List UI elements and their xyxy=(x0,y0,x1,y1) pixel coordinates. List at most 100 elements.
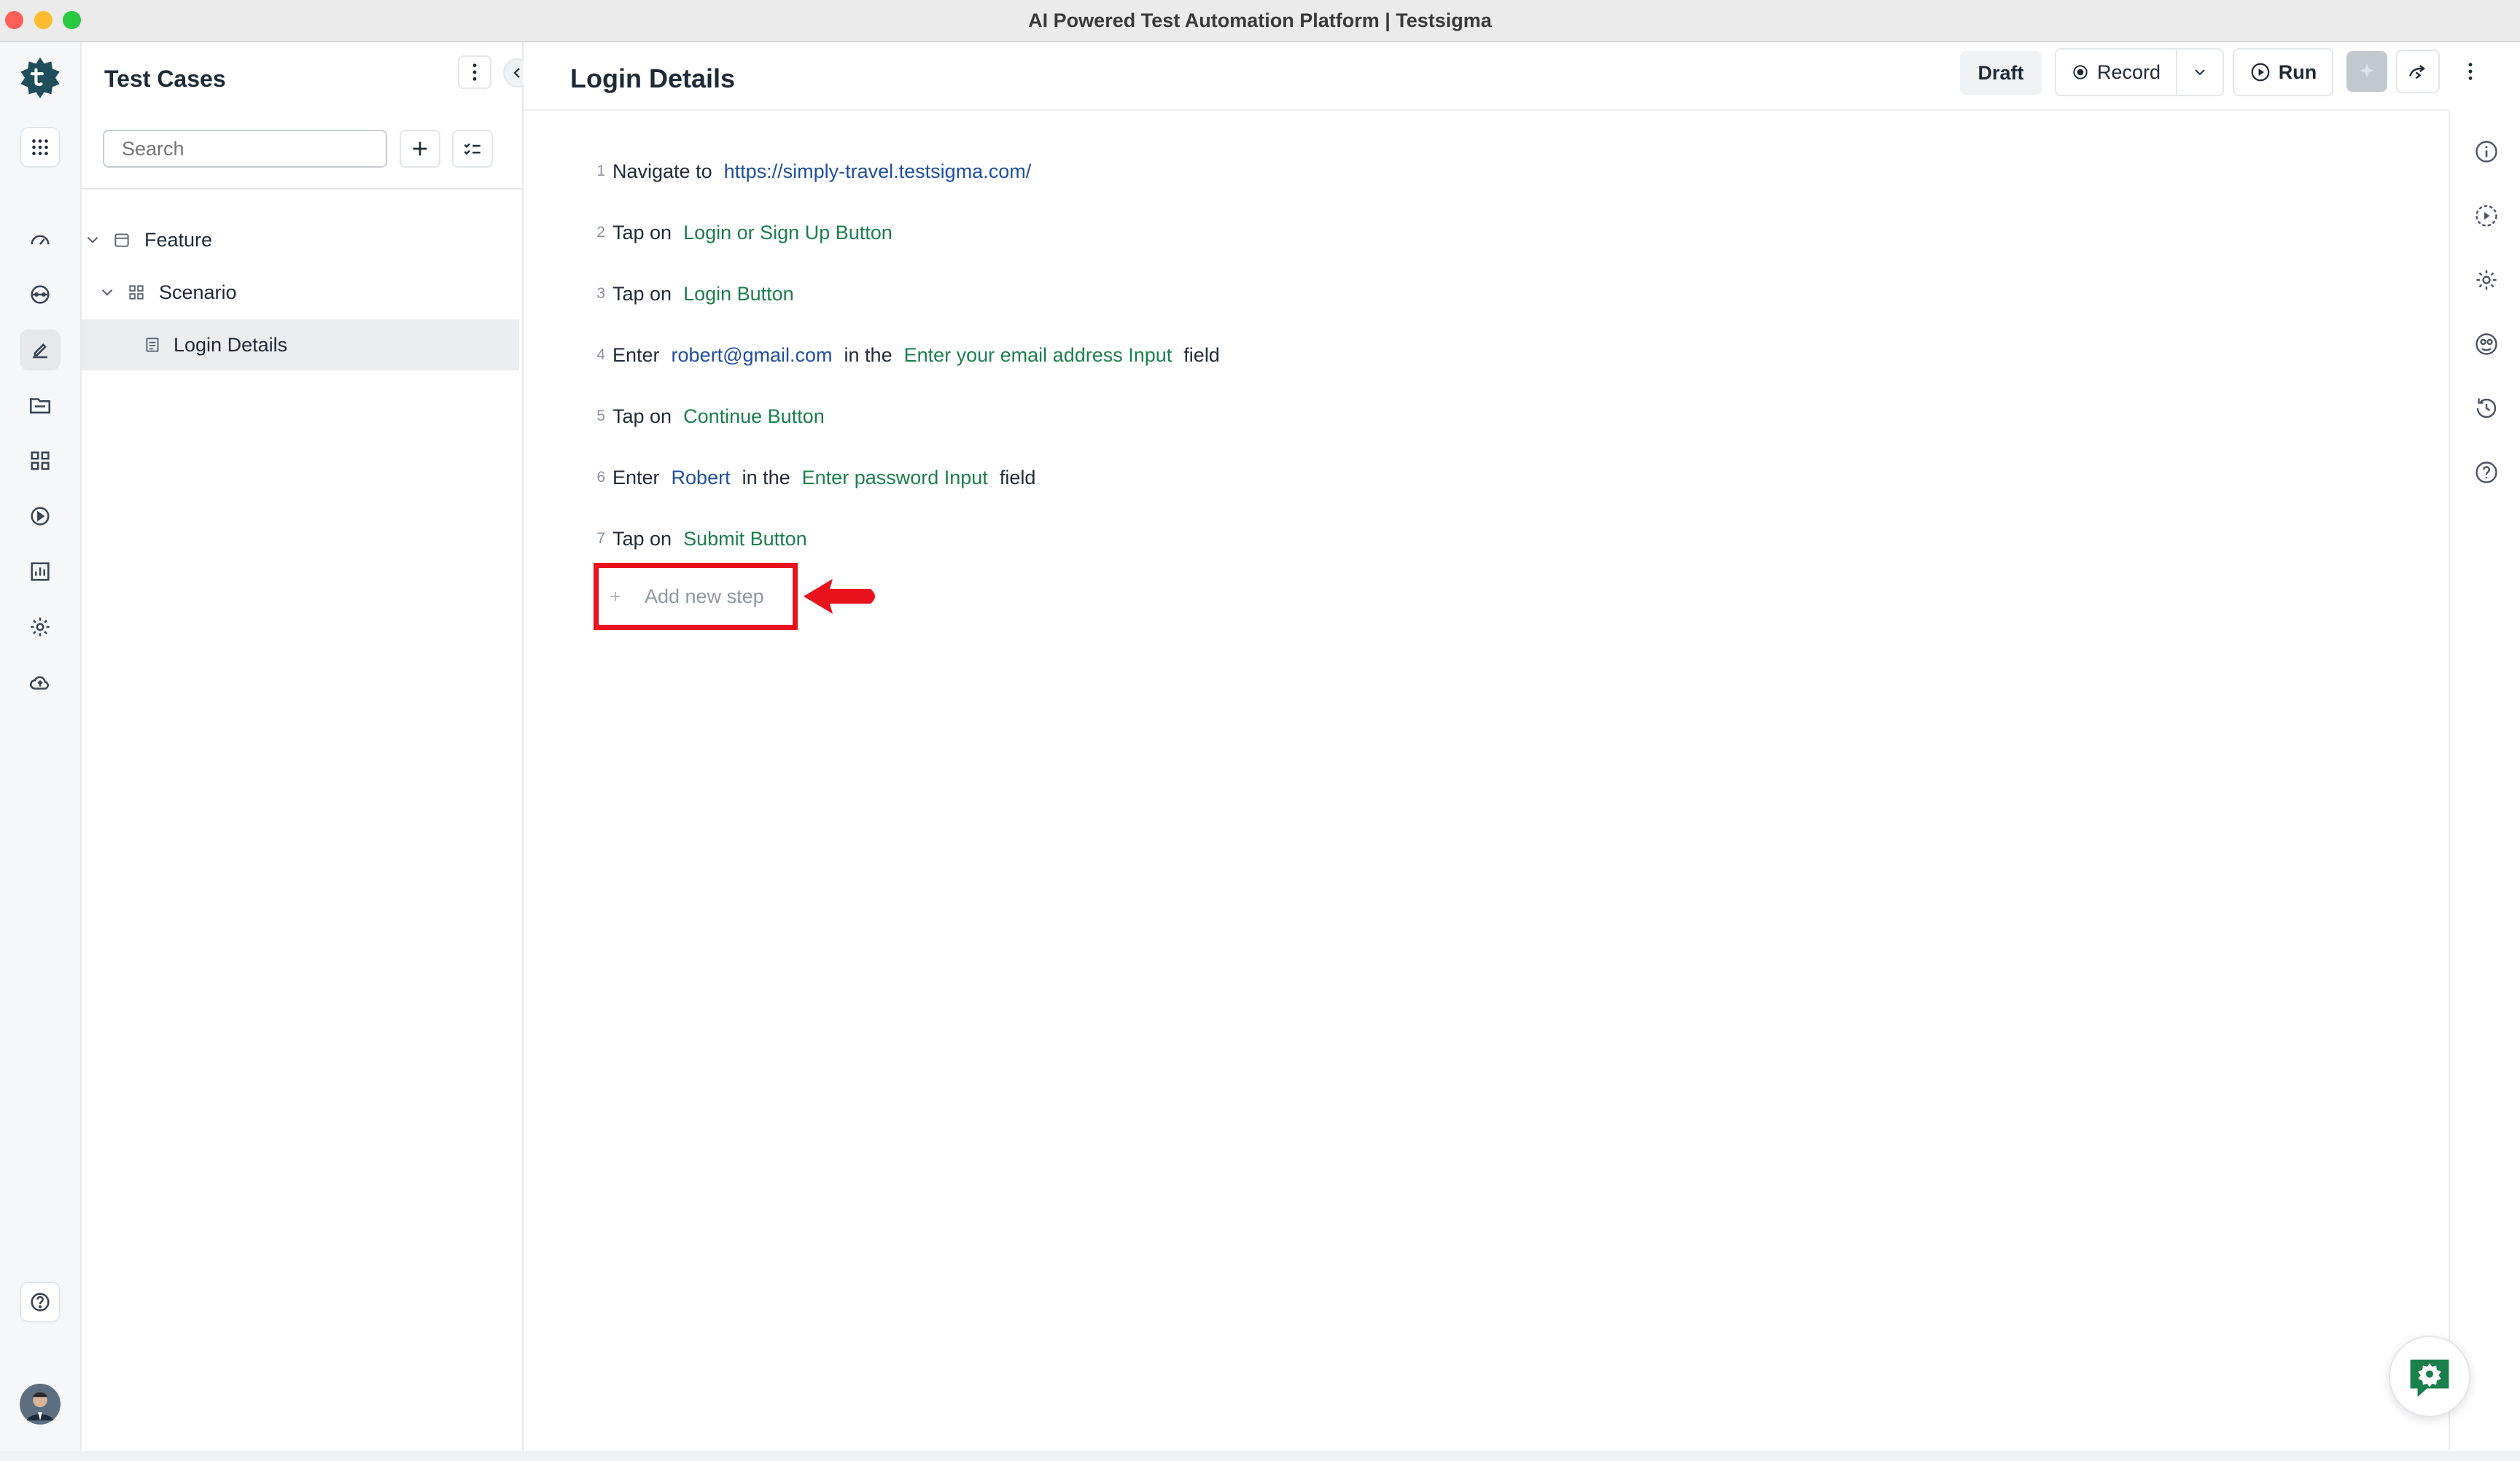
step-action-text: Navigate to xyxy=(612,160,712,182)
step-element-link[interactable]: Login Button xyxy=(683,283,794,305)
agent-icon[interactable] xyxy=(20,274,61,315)
folder-icon[interactable] xyxy=(20,385,61,426)
chevron-down-icon xyxy=(2195,69,2205,76)
test-step-row[interactable]: 1 Navigate to https://simply-travel.testsi… xyxy=(596,153,1043,190)
step-number: 7 xyxy=(596,530,605,547)
ai-agent-button[interactable] xyxy=(2346,51,2387,92)
step-number: 3 xyxy=(596,285,605,302)
step-action-text: Tap on xyxy=(612,527,672,550)
settings-icon[interactable] xyxy=(2473,267,2500,293)
step-element-link[interactable]: Continue Button xyxy=(683,405,825,428)
window-title: AI Powered Test Automation Platform | Te… xyxy=(1028,9,1492,31)
tree-item-feature[interactable]: Feature xyxy=(82,214,519,265)
chat-assistant-button[interactable] xyxy=(2389,1336,2470,1417)
modules-icon[interactable] xyxy=(20,440,61,481)
run-plans-icon[interactable] xyxy=(20,496,61,537)
testsigma-logo-icon[interactable] xyxy=(20,55,61,98)
step-element-link[interactable]: Enter your email address Input xyxy=(904,344,1172,367)
chevron-down-icon[interactable] xyxy=(98,283,117,302)
step-test-data[interactable]: Robert xyxy=(672,467,731,489)
tree-item-label: Feature xyxy=(144,228,213,251)
step-action-text: Tap on xyxy=(612,282,672,305)
sparkle-icon xyxy=(2360,63,2374,78)
bulk-select-button[interactable] xyxy=(452,130,493,168)
step-element-link[interactable]: Submit Button xyxy=(683,528,807,550)
nav-rail xyxy=(0,42,82,1461)
info-icon[interactable] xyxy=(2473,139,2500,165)
test-step-row[interactable]: 4 Enter robert@gmail.com in the Enter your e… xyxy=(596,337,1232,373)
settings-icon[interactable] xyxy=(20,607,61,647)
step-number: 4 xyxy=(596,346,605,363)
record-label: Record xyxy=(2097,61,2161,83)
add-test-case-button[interactable] xyxy=(400,130,440,168)
record-icon xyxy=(2073,65,2088,79)
user-avatar[interactable] xyxy=(20,1384,61,1425)
step-element-link[interactable]: Enter password Input xyxy=(802,467,988,489)
history-icon[interactable] xyxy=(2473,395,2500,421)
add-new-step-button[interactable]: Add new step xyxy=(607,577,764,615)
dashboard-icon[interactable] xyxy=(20,219,61,260)
red-arrow-annotation xyxy=(804,579,875,614)
step-number: 2 xyxy=(596,224,605,241)
step-action-text: in the xyxy=(844,343,892,366)
test-cases-panel: Test Cases Feature Scenario Lo xyxy=(82,42,532,1461)
test-case-editor: Login Details Draft Record Run xyxy=(524,42,2492,1461)
more-options-button[interactable] xyxy=(2449,50,2492,93)
play-circle-icon xyxy=(2251,63,2270,82)
help-icon[interactable] xyxy=(20,1282,61,1322)
test-step-row[interactable]: 7 Tap on Submit Button xyxy=(596,521,819,557)
reports-icon[interactable] xyxy=(20,551,61,592)
chat-bot-icon xyxy=(2410,1359,2449,1398)
step-action-text: Enter xyxy=(612,466,660,488)
test-development-icon[interactable] xyxy=(20,330,61,370)
step-action-text: Tap on xyxy=(612,221,672,244)
step-number: 1 xyxy=(596,163,605,179)
test-data-icon[interactable] xyxy=(2473,331,2500,357)
record-options-button[interactable] xyxy=(2177,50,2222,95)
test-step-row[interactable]: 2 Tap on Login or Sign Up Button xyxy=(596,214,904,251)
step-test-data[interactable]: robert@gmail.com xyxy=(672,344,833,367)
record-button[interactable]: Record xyxy=(2056,50,2188,95)
step-element-link[interactable]: Login or Sign Up Button xyxy=(683,222,892,244)
test-step-row[interactable]: 3 Tap on Login Button xyxy=(596,276,806,312)
tree-item-login-details[interactable]: Login Details xyxy=(82,319,519,370)
vertical-dots-icon xyxy=(472,63,477,81)
app-window: AI Powered Test Automation Platform | Te… xyxy=(0,0,2520,1461)
right-side-toolbar xyxy=(2449,111,2520,1461)
search-box[interactable] xyxy=(103,130,387,168)
status-badge: Draft xyxy=(1960,51,2042,95)
cloud-upload-icon[interactable] xyxy=(20,662,61,703)
tree-item-scenario[interactable]: Scenario xyxy=(82,267,519,318)
panel-title: Test Cases xyxy=(104,66,226,92)
dry-run-icon[interactable] xyxy=(2473,203,2500,229)
record-button-group: Record xyxy=(2055,48,2224,96)
panel-more-button[interactable] xyxy=(458,55,491,89)
step-action-text: field xyxy=(999,466,1036,488)
test-step-row[interactable]: 5 Tap on Continue Button xyxy=(596,398,836,435)
vertical-dots-icon xyxy=(2468,63,2473,80)
feature-icon xyxy=(114,233,129,247)
step-test-data[interactable]: https://simply-travel.testsigma.com/ xyxy=(724,160,1032,183)
tree-item-label: Scenario xyxy=(159,281,237,303)
share-button[interactable] xyxy=(2396,50,2440,93)
step-action-text: field xyxy=(1183,343,1220,366)
plus-icon xyxy=(413,141,427,156)
run-label: Run xyxy=(2278,61,2317,83)
title-bar: AI Powered Test Automation Platform | Te… xyxy=(0,0,2520,42)
search-input[interactable] xyxy=(104,131,384,166)
page-title: Login Details xyxy=(570,63,736,93)
checklist-icon xyxy=(464,143,481,155)
run-button[interactable]: Run xyxy=(2233,48,2333,96)
test-case-icon xyxy=(146,338,159,352)
chevron-down-icon[interactable] xyxy=(83,230,102,249)
step-number: 5 xyxy=(596,408,605,424)
app-grid-icon[interactable] xyxy=(20,127,61,168)
test-step-row[interactable]: 6 Enter Robert in the Enter password Input fi… xyxy=(596,459,1047,496)
header-divider xyxy=(524,109,2449,111)
step-number: 6 xyxy=(596,469,605,486)
help-icon[interactable] xyxy=(2473,459,2500,486)
tree-item-label: Login Details xyxy=(174,333,288,356)
step-action-text: Enter xyxy=(612,343,660,366)
panel-divider xyxy=(82,188,522,190)
plus-icon xyxy=(611,592,620,601)
